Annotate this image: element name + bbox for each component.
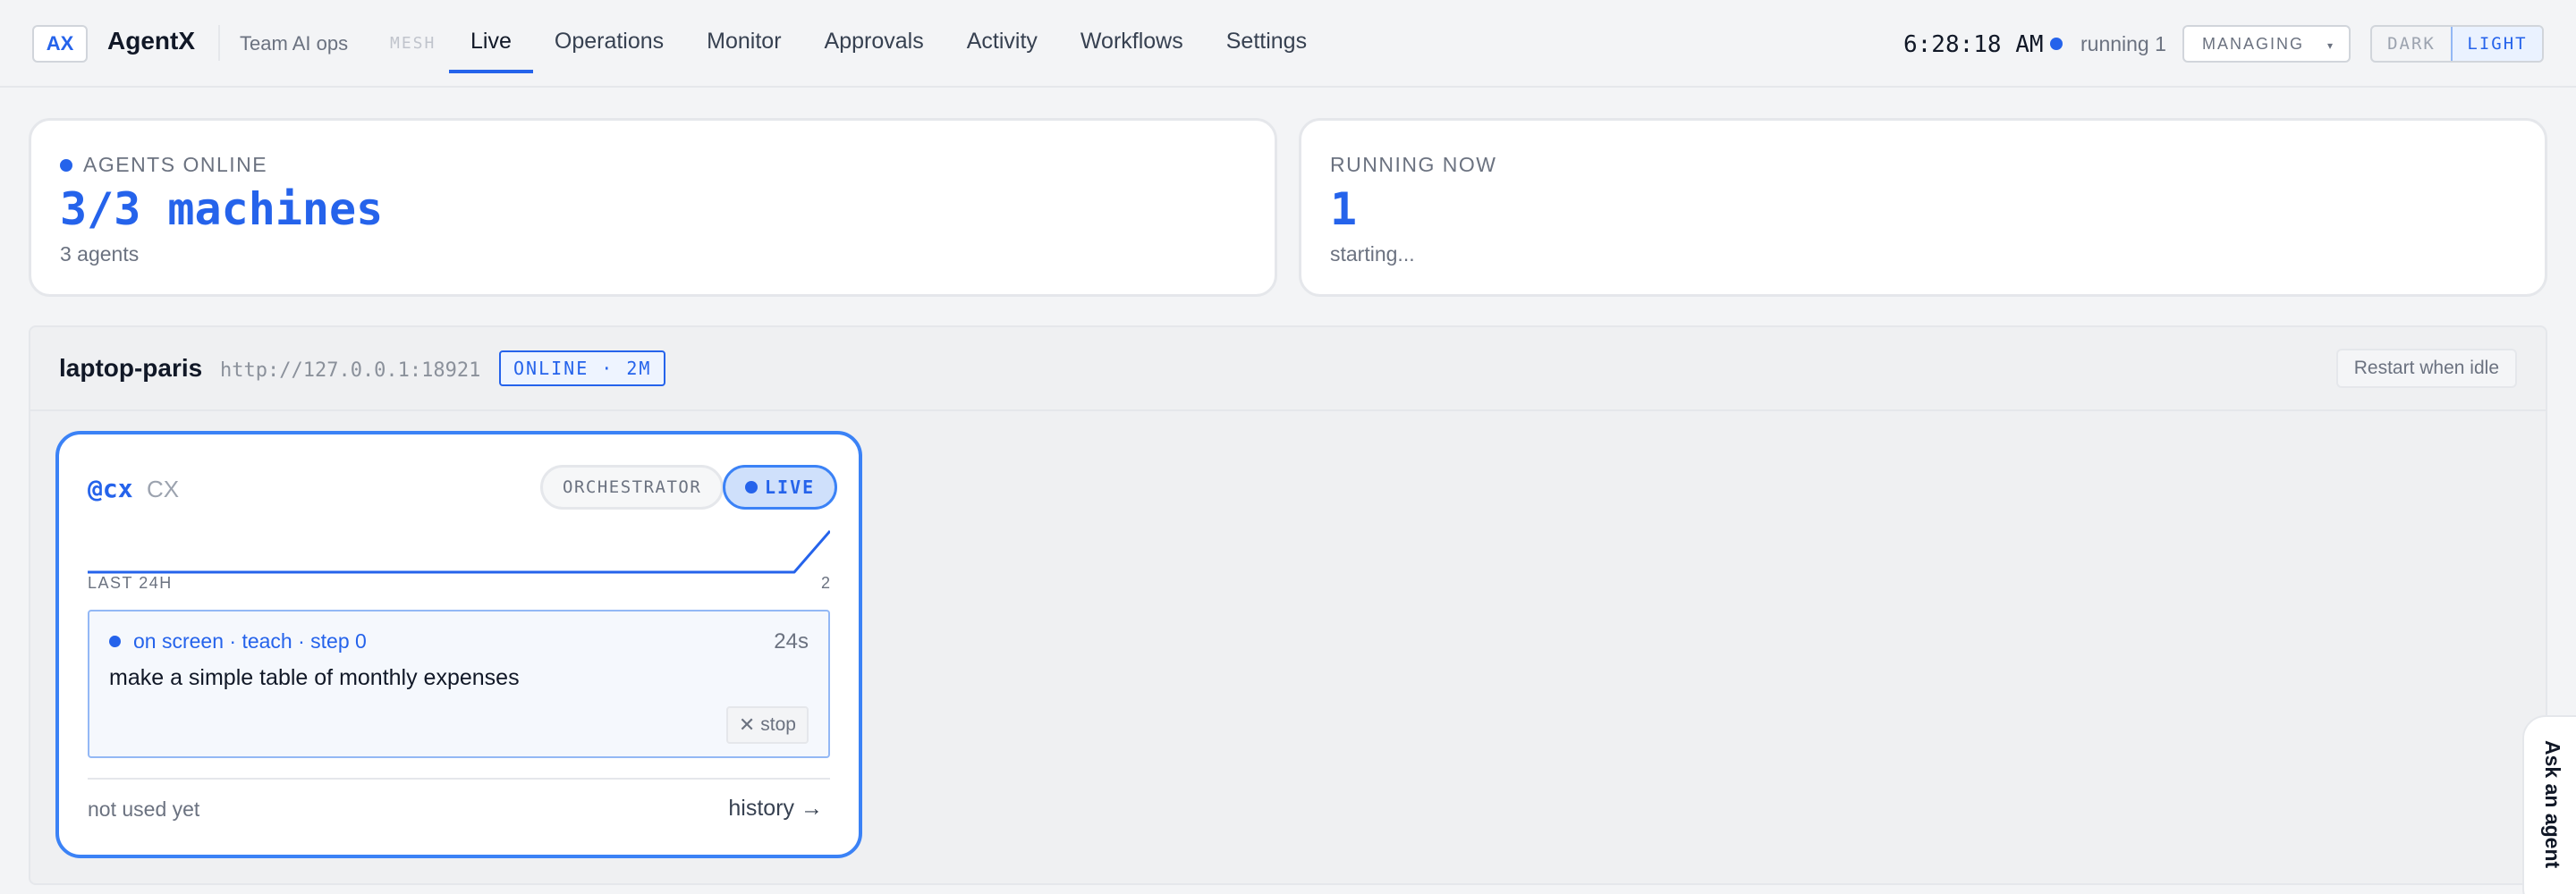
- tab-approvals[interactable]: Approvals: [803, 0, 945, 73]
- running-now-label: RUNNING NOW: [1330, 153, 1497, 176]
- tab-operations[interactable]: Operations: [533, 0, 685, 73]
- activity-sparkline-line: [88, 530, 830, 574]
- agent-card[interactable]: @cx CX ORCHESTRATOR LIVE LAST 24H 2 on s…: [55, 431, 862, 858]
- agents-online-label: AGENTS ONLINE: [60, 153, 267, 177]
- task-status-dot-icon: [109, 636, 121, 647]
- agents-online-label-text: AGENTS ONLINE: [83, 153, 268, 176]
- tab-workflows[interactable]: Workflows: [1059, 0, 1205, 73]
- app-logo-text: AX: [46, 32, 74, 55]
- tab-monitor[interactable]: Monitor: [685, 0, 802, 73]
- theme-light-button[interactable]: LIGHT: [2451, 27, 2542, 61]
- managing-select-label: MANAGING: [2202, 34, 2305, 53]
- main-nav: Live Operations Monitor Approvals Activi…: [449, 0, 1328, 88]
- running-now-sub: starting...: [1330, 242, 1415, 266]
- clock: 6:28:18 AM: [1903, 31, 2044, 58]
- close-icon: ✕: [738, 713, 756, 736]
- agents-online-value: 3/3 machines: [60, 183, 384, 235]
- stop-button[interactable]: ✕ stop: [725, 706, 809, 744]
- team-name[interactable]: Team AI ops: [240, 32, 348, 55]
- live-pill[interactable]: LIVE: [723, 465, 838, 510]
- card-divider: [88, 778, 830, 780]
- chevron-down-icon: ▾: [2326, 39, 2333, 52]
- online-dot-icon: [60, 158, 72, 172]
- machine-name: laptop-paris: [59, 354, 203, 382]
- mesh-label[interactable]: MESH: [390, 34, 436, 53]
- current-task: on screen · teach · step 0 24s make a si…: [88, 610, 830, 758]
- task-status: on screen · teach · step 0: [109, 629, 367, 654]
- tab-activity[interactable]: Activity: [945, 0, 1059, 73]
- sparkline-max-label: 2: [820, 574, 830, 592]
- last-used-text: not used yet: [88, 797, 200, 821]
- ask-an-agent-tab[interactable]: Ask an agent: [2522, 715, 2576, 894]
- header-divider: [218, 25, 220, 61]
- running-now-card: RUNNING NOW 1 starting...: [1299, 118, 2547, 297]
- app-name: AgentX: [107, 27, 195, 55]
- machine-url: http://127.0.0.1:18921: [220, 359, 481, 382]
- machine-header: laptop-paris http://127.0.0.1:18921 ONLI…: [30, 327, 2546, 411]
- agent-handle: @cx: [88, 474, 133, 503]
- running-count: running 1: [2080, 32, 2166, 55]
- task-elapsed: 24s: [774, 629, 809, 654]
- status-badge: ONLINE · 2M: [499, 350, 666, 386]
- sparkline-range-label: LAST 24H: [88, 574, 173, 592]
- role-pill: ORCHESTRATOR: [540, 465, 724, 510]
- task-description: make a simple table of monthly expenses: [109, 665, 520, 690]
- running-now-value: 1: [1330, 183, 1358, 235]
- agents-online-sub: 3 agents: [60, 242, 140, 266]
- agents-online-card: AGENTS ONLINE 3/3 machines 3 agents: [29, 118, 1277, 297]
- app-logo[interactable]: AX: [32, 25, 88, 63]
- theme-toggle: DARK LIGHT: [2370, 25, 2544, 63]
- ask-an-agent-label: Ask an agent: [2541, 740, 2564, 869]
- running-status-dot-icon: [2050, 38, 2063, 50]
- agent-code: CX: [147, 476, 180, 502]
- history-link[interactable]: history →: [728, 796, 823, 822]
- task-status-text: on screen · teach · step 0: [133, 629, 367, 653]
- top-bar: AX AgentX Team AI ops MESH Live Operatio…: [0, 0, 2576, 88]
- live-dot-icon: [745, 481, 758, 493]
- stop-button-label: stop: [760, 714, 796, 735]
- managing-select[interactable]: MANAGING ▾: [2182, 25, 2351, 63]
- tab-settings[interactable]: Settings: [1205, 0, 1328, 73]
- restart-when-idle-button[interactable]: Restart when idle: [2335, 349, 2517, 388]
- theme-dark-button[interactable]: DARK: [2372, 27, 2451, 61]
- activity-sparkline: [88, 530, 830, 574]
- live-pill-label: LIVE: [765, 477, 816, 498]
- tab-live[interactable]: Live: [449, 0, 533, 73]
